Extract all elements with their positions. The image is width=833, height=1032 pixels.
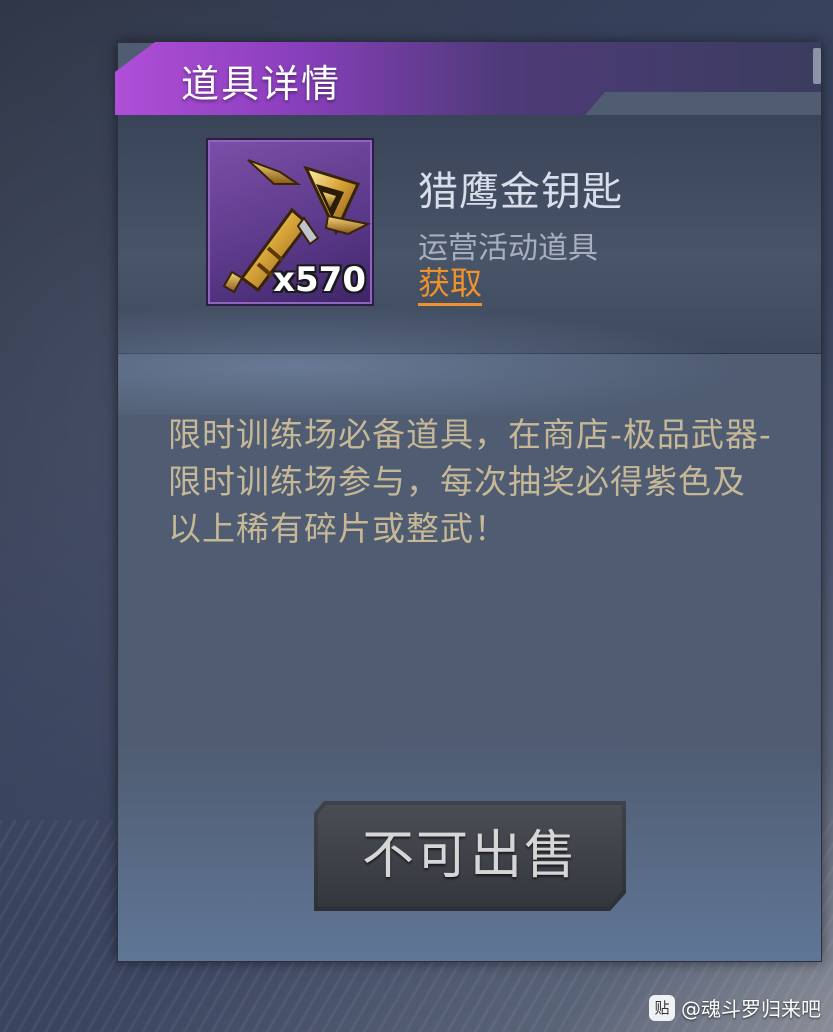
item-type: 运营活动道具 (418, 231, 598, 266)
header-glow (118, 295, 821, 415)
not-sellable-button[interactable]: 不可出售 (314, 801, 626, 911)
watermark: 贴 @魂斗罗归来吧 (649, 993, 821, 1022)
watermark-text: @魂斗罗归来吧 (681, 997, 821, 1021)
panel-title: 道具详情 (181, 62, 342, 106)
item-detail-panel: 道具详情 x570 猎鹰金钥匙 运营活动道具 获取 限时训练场必备道具，在商店-… (115, 42, 822, 962)
get-item-link[interactable]: 获取 (418, 265, 483, 306)
tieba-icon: 贴 (649, 994, 675, 1021)
item-icon-frame: x570 (206, 138, 374, 306)
item-description: 限时训练场必备道具，在商店-极品武器-限时训练场参与，每次抽奖必得紫色及以上稀有… (168, 415, 772, 548)
item-name: 猎鹰金钥匙 (418, 169, 623, 215)
item-quantity: x570 (273, 260, 366, 300)
sell-button-label: 不可出售 (361, 826, 578, 886)
title-notch (813, 48, 821, 84)
